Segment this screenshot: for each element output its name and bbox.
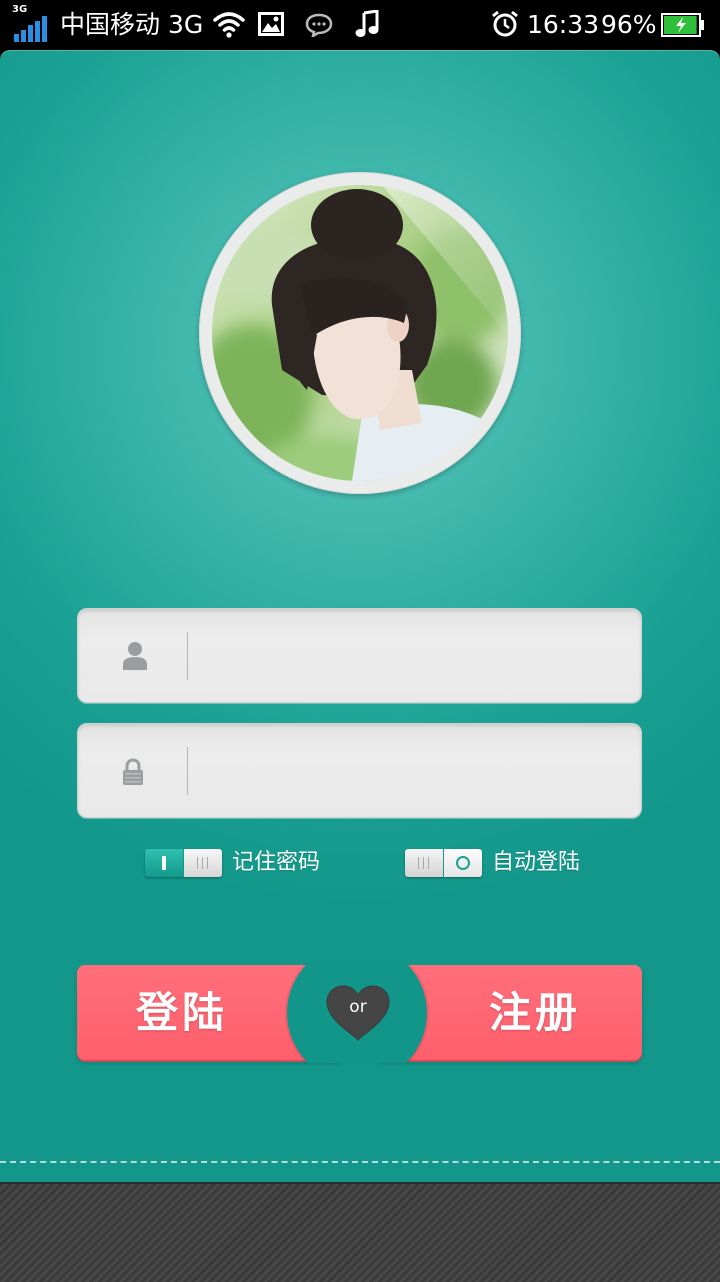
battery-percent: 96% <box>601 10 657 39</box>
auto-login-toggle[interactable] <box>405 849 482 877</box>
register-button-label: 注册 <box>488 988 581 1037</box>
signal-icon <box>14 14 54 42</box>
avatar[interactable] <box>212 185 508 481</box>
music-icon <box>355 10 379 37</box>
user-icon <box>123 642 147 670</box>
signal-bar <box>14 34 19 42</box>
lock-icon <box>123 758 143 785</box>
password-field[interactable] <box>77 723 642 818</box>
signal-bar <box>42 16 47 42</box>
field-divider <box>187 632 188 680</box>
signal-bar <box>35 20 40 42</box>
username-input[interactable] <box>198 627 622 687</box>
remember-password-label[interactable]: 记住密码 <box>232 847 320 879</box>
login-button-label: 登陆 <box>135 988 228 1037</box>
or-label: or <box>349 997 367 1017</box>
username-field[interactable] <box>77 608 642 703</box>
signal-bar <box>28 25 33 42</box>
clock-time: 16:33 <box>527 10 600 39</box>
carrier-name: 中国移动 3G <box>60 10 204 39</box>
signal-bar <box>21 29 26 42</box>
remember-password-toggle[interactable] <box>145 849 222 877</box>
stitch-divider <box>0 1161 720 1163</box>
field-divider <box>187 747 188 795</box>
footer-strip <box>0 1182 720 1282</box>
status-bar: 3G 中国移动 3G 16:33 96% <box>0 0 720 50</box>
chat-icon <box>305 13 333 37</box>
wifi-icon <box>213 12 245 38</box>
alarm-icon <box>492 10 518 37</box>
battery-icon <box>661 13 704 37</box>
auto-login-label[interactable]: 自动登陆 <box>492 847 580 879</box>
password-input[interactable] <box>198 742 622 802</box>
gallery-icon <box>258 12 284 36</box>
